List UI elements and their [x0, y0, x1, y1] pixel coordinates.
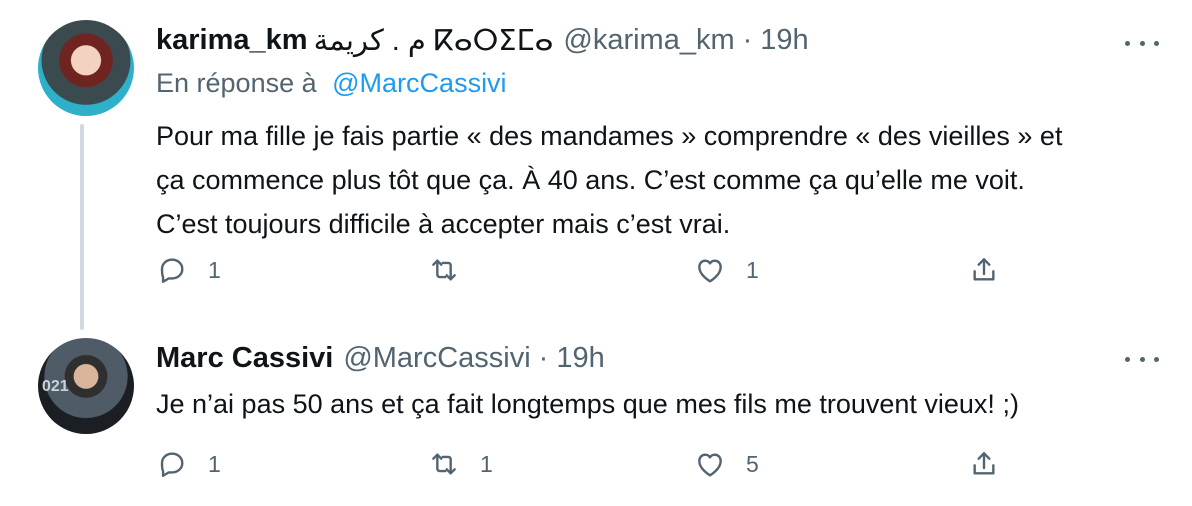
author-extra-name: م . كريمة ⴽⴰⵔⵉⵎⴰ	[313, 24, 554, 57]
more-icon[interactable]	[1125, 37, 1159, 49]
like-count: 1	[746, 256, 759, 283]
tweet-text: Pour ma fille je fais partie « des manda…	[156, 114, 1156, 246]
reply-to: En réponse à @MarcCassivi	[156, 68, 507, 99]
author-handle[interactable]: @karima_km	[563, 24, 734, 57]
tweet-text: Je n’ai pas 50 ans et ça fait longtemps …	[156, 382, 1156, 426]
author-handle[interactable]: @MarcCassivi	[343, 342, 530, 375]
like-icon	[698, 259, 722, 283]
retweet-count: 1	[480, 450, 493, 477]
avatar[interactable]	[38, 20, 134, 116]
reply-prefix: En réponse à	[156, 68, 317, 98]
tweet-text-line: Je n’ai pas 50 ans et ça fait longtemps …	[156, 389, 1019, 419]
like-button[interactable]: 5	[694, 448, 759, 480]
reply-count: 1	[208, 256, 221, 283]
retweet-icon	[432, 259, 456, 281]
separator-dot: ·	[742, 23, 753, 56]
like-button[interactable]: 1	[694, 254, 759, 286]
share-button[interactable]	[968, 254, 1000, 286]
share-icon	[973, 258, 995, 281]
reply-mention[interactable]: @MarcCassivi	[332, 68, 506, 98]
reply-icon	[160, 258, 184, 283]
reply-button[interactable]: 1	[156, 254, 221, 286]
retweet-icon	[432, 453, 456, 475]
tweet-actions: 1 1	[156, 254, 1016, 294]
avatar-text: 021	[42, 378, 69, 395]
more-icon[interactable]	[1125, 353, 1159, 365]
tweet-actions: 1 1 5	[156, 448, 1016, 488]
author-name[interactable]: Marc Cassivi	[156, 342, 333, 375]
tweet-header: Marc Cassivi @MarcCassivi · 19h	[156, 340, 605, 376]
tweet-time[interactable]: 19h	[556, 342, 604, 375]
share-icon	[973, 452, 995, 475]
tweet-time[interactable]: 19h	[760, 24, 808, 57]
tweet-text-line: Pour ma fille je fais partie « des manda…	[156, 121, 1063, 151]
separator-dot: ·	[538, 341, 549, 374]
reply-count: 1	[208, 450, 221, 477]
retweet-button[interactable]: 1	[428, 448, 493, 480]
retweet-button[interactable]	[428, 254, 480, 286]
reply-icon	[160, 452, 184, 477]
avatar[interactable]: 021	[38, 338, 134, 434]
thread-line	[80, 124, 84, 330]
like-icon	[698, 453, 722, 477]
tweet-text-line: ça commence plus tôt que ça. À 40 ans. C…	[156, 165, 1025, 195]
tweet-text-line: C’est toujours difficile à accepter mais…	[156, 209, 731, 239]
tweet-header: karima_km م . كريمة ⴽⴰⵔⵉⵎⴰ @karima_km · …	[156, 22, 809, 58]
tweet[interactable]: karima_km م . كريمة ⴽⴰⵔⵉⵎⴰ @karima_km · …	[0, 0, 1192, 330]
like-count: 5	[746, 450, 759, 477]
reply-button[interactable]: 1	[156, 448, 221, 480]
share-button[interactable]	[968, 448, 1000, 480]
author-name[interactable]: karima_km	[156, 24, 308, 57]
